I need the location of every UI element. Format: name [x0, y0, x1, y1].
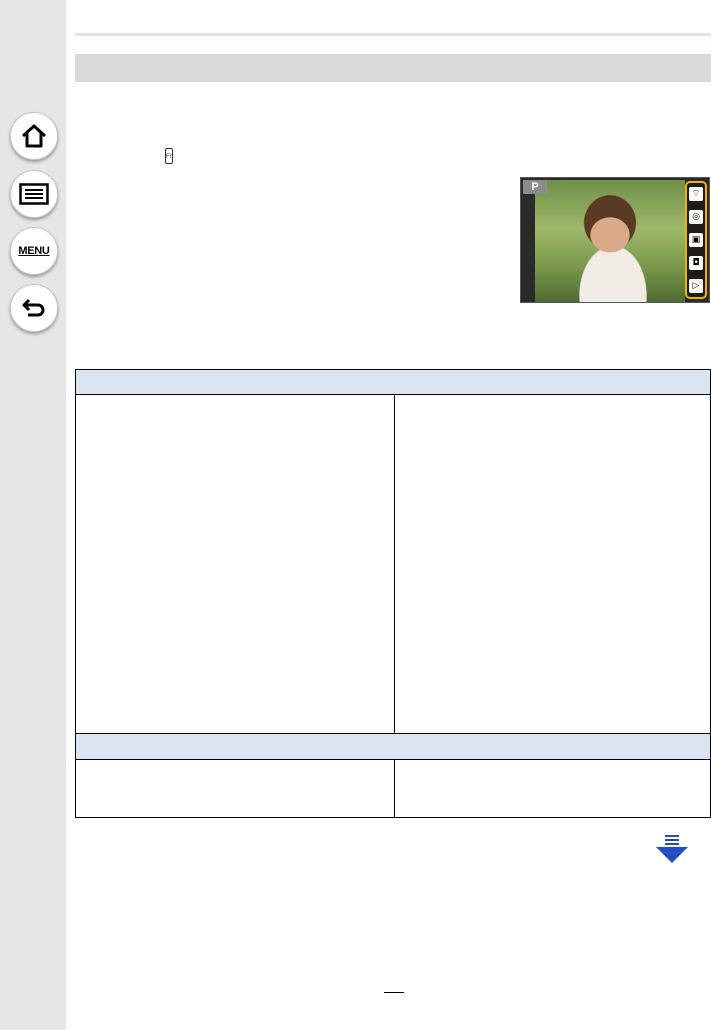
wifi-icon: ⌔	[689, 187, 703, 202]
recording-mode-indicator: P	[523, 180, 547, 194]
home-button[interactable]	[10, 112, 58, 160]
menu-button[interactable]: MENU	[10, 227, 58, 275]
menu-label: MENU	[18, 245, 50, 257]
portrait-photo	[535, 180, 685, 302]
back-icon	[22, 298, 45, 317]
arrow-down-icon	[656, 835, 688, 863]
fn-icon: ▷	[689, 278, 703, 293]
next-page-arrow[interactable]	[655, 834, 689, 864]
navigation-sidebar: MENU	[0, 0, 66, 1030]
dial-icon: ◎	[689, 210, 703, 225]
back-button[interactable]	[10, 284, 58, 332]
movie-icon: ◘	[689, 255, 703, 270]
section-header-bar	[75, 54, 711, 82]
camera-screen-illustration: P ⌔ ◎ ▣ ◘ ▷	[520, 177, 710, 303]
table-header-row	[76, 370, 710, 395]
page-number	[384, 992, 404, 1003]
column-divider	[394, 395, 395, 733]
fn-button-icon: Fn	[165, 148, 173, 164]
settings-table	[75, 369, 711, 818]
table-row	[76, 759, 710, 817]
table-header-row	[76, 733, 710, 760]
header-rule	[75, 33, 711, 36]
home-icon	[21, 124, 47, 148]
touch-tab-panel: ⌔ ◎ ▣ ◘ ▷	[685, 181, 707, 299]
contents-list-button[interactable]	[10, 170, 58, 218]
image-icon: ▣	[689, 232, 703, 247]
list-icon	[19, 183, 49, 205]
table-row	[76, 395, 710, 733]
column-divider	[394, 759, 395, 817]
